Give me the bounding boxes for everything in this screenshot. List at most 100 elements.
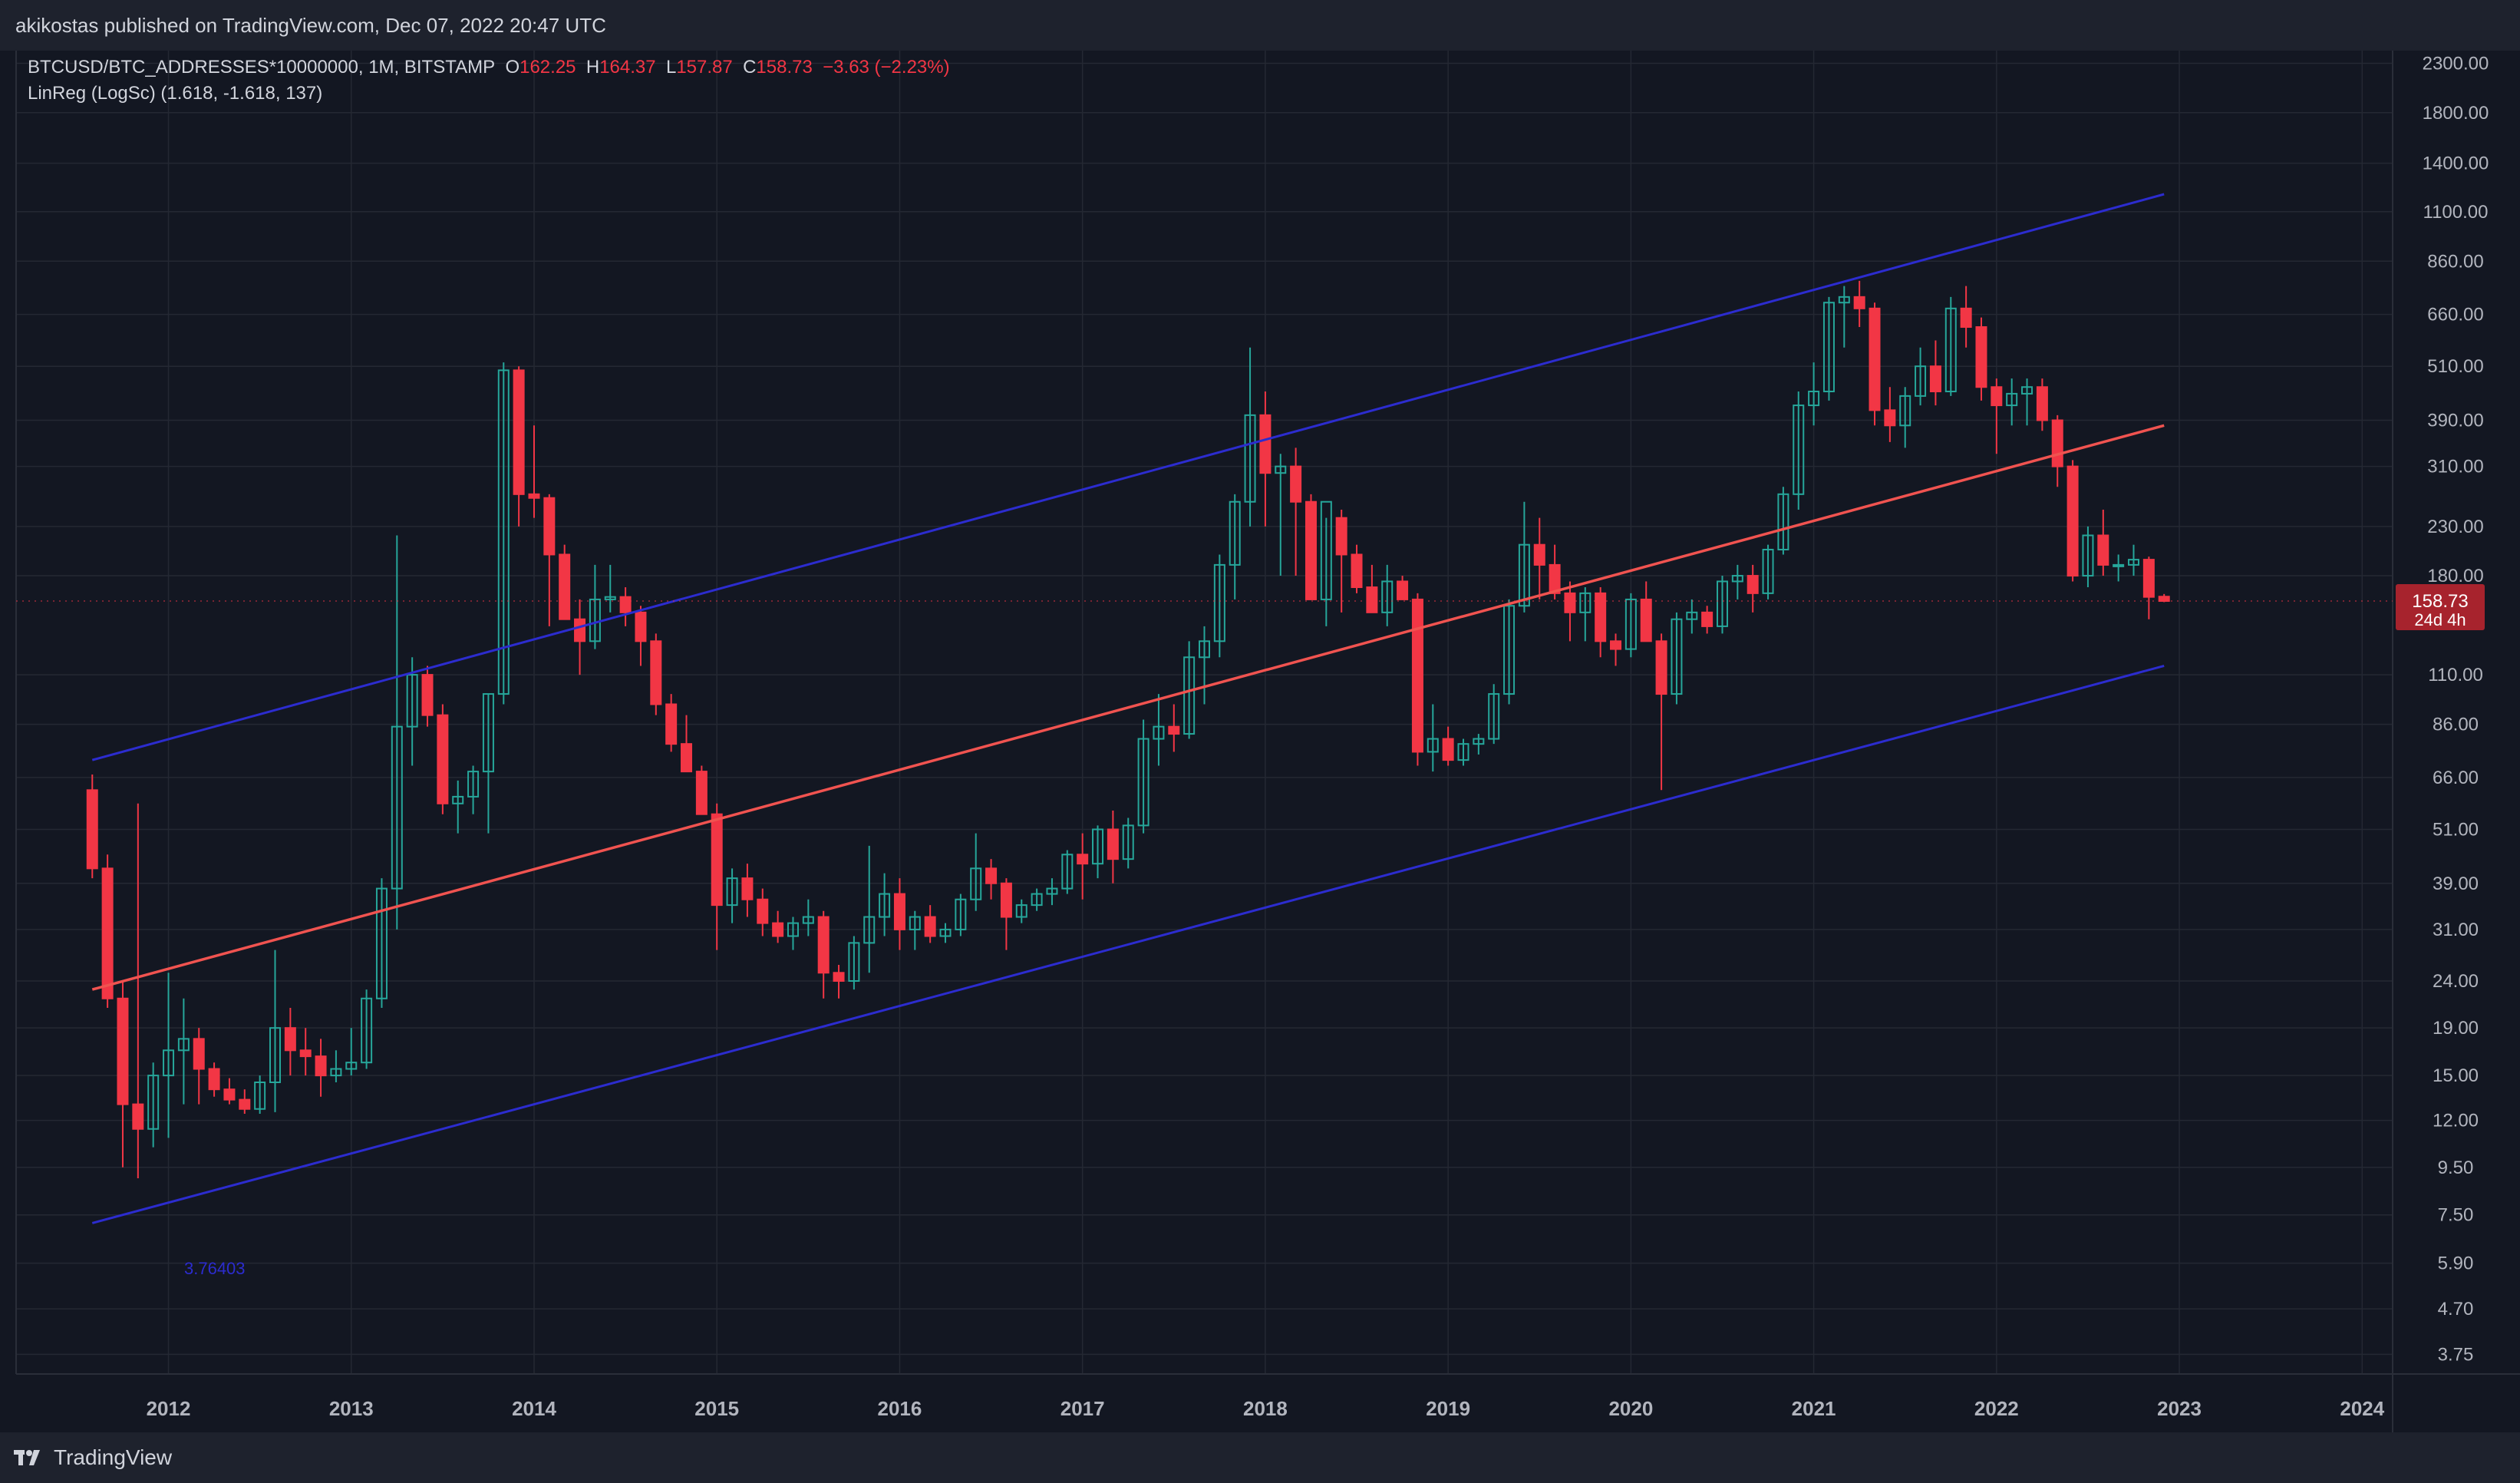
y-tick-label: 4.70 — [2438, 1299, 2474, 1320]
y-tick-label: 39.00 — [2433, 874, 2479, 894]
candle-body — [1000, 882, 1012, 918]
candle-body — [101, 867, 114, 999]
candle-body — [117, 997, 129, 1105]
candle-body — [132, 1103, 144, 1130]
candle — [1869, 302, 1881, 426]
candlestick-chart[interactable]: 3.75 4.70 5.90 7.50 9.50 12.00 15.00 19.00 24.00… — [0, 51, 2520, 1432]
candle-body — [817, 916, 830, 974]
indicator-name: LinReg (LogSc) (1.618, -1.618, 137) — [28, 83, 323, 104]
x-tick-label: 2022 — [1974, 1397, 2019, 1420]
x-tick-label: 2014 — [512, 1397, 556, 1420]
candle-body — [299, 1049, 312, 1058]
candle-body — [665, 703, 678, 745]
y-tick-label: 660.00 — [2427, 305, 2483, 325]
candle-body — [741, 877, 754, 900]
candle-body — [193, 1038, 205, 1070]
y-tick-label: 9.50 — [2438, 1158, 2474, 1178]
x-tick-label: 2013 — [329, 1397, 374, 1420]
y-tick-label: 15.00 — [2433, 1065, 2479, 1086]
candle — [86, 774, 98, 879]
candle-body — [757, 898, 769, 924]
x-tick-label: 2023 — [2157, 1397, 2202, 1420]
candle-body — [1335, 517, 1347, 556]
indicator-legend[interactable]: LinReg (LogSc) (1.618, -1.618, 137) — [28, 83, 322, 104]
channel-label: 3.76403 — [184, 1259, 246, 1278]
candle-body — [1290, 465, 1302, 503]
high-label: H — [585, 57, 600, 78]
publisher-text: akikostas published on TradingView.com, … — [15, 13, 606, 37]
x-tick-label: 2018 — [1243, 1397, 1288, 1420]
candle-body — [1975, 326, 1987, 388]
y-tick-label: 7.50 — [2438, 1205, 2474, 1226]
candle-body — [1259, 414, 1272, 474]
y-tick-label: 110.00 — [2428, 665, 2483, 685]
x-tick-label: 2019 — [1426, 1397, 1470, 1420]
y-tick-label: 51.00 — [2433, 819, 2479, 840]
candle-body — [635, 611, 647, 642]
candle-body — [1397, 580, 1409, 600]
candle-body — [2036, 386, 2048, 421]
candle-body — [1351, 553, 1363, 589]
candle-body — [924, 916, 936, 937]
y-tick-label: 860.00 — [2427, 251, 2483, 272]
candle — [437, 704, 449, 814]
candle-body — [1853, 296, 1865, 309]
x-tick-label: 2021 — [1792, 1397, 1836, 1420]
y-tick-label: 1800.00 — [2423, 103, 2489, 124]
candle-body — [421, 674, 434, 716]
candle-body — [223, 1088, 236, 1101]
y-tick-label: 1400.00 — [2423, 154, 2489, 174]
candle-body — [513, 369, 525, 495]
y-tick-label: 510.00 — [2427, 356, 2483, 377]
candle-body — [1564, 592, 1576, 613]
candle-body — [1655, 640, 1667, 695]
candle-body — [543, 497, 556, 556]
low-label: L — [665, 57, 677, 78]
tradingview-logo[interactable]: TradingView — [14, 1445, 172, 1470]
symbol-name: BTCUSD/BTC_ADDRESSES*10000000, 1M, BITST… — [28, 57, 496, 78]
candle-body — [1077, 854, 1089, 865]
candle-body — [619, 596, 632, 613]
candle-body — [1366, 586, 1378, 613]
candle-body — [1884, 409, 1896, 427]
candle-body — [1533, 543, 1545, 566]
low-value: 157.87 — [676, 57, 733, 78]
candle-body — [2051, 419, 2063, 467]
candle-body — [695, 771, 708, 815]
candle-body — [1107, 828, 1119, 860]
y-tick-label: 31.00 — [2433, 920, 2479, 940]
candle-body — [1442, 738, 1454, 761]
candle-body — [437, 714, 449, 804]
y-tick-label: 230.00 — [2427, 517, 2483, 537]
plot-background — [0, 51, 2520, 1432]
y-tick-label: 12.00 — [2433, 1111, 2479, 1131]
candle-body — [528, 493, 540, 499]
candle-body — [1869, 307, 1881, 411]
candle-body — [1411, 598, 1423, 753]
candle-body — [1610, 640, 1622, 650]
brand-name: TradingView — [54, 1445, 173, 1469]
y-tick-label: 3.75 — [2438, 1344, 2474, 1365]
last-price-label: 158.73 — [2412, 591, 2468, 612]
open-value: 162.25 — [520, 57, 576, 78]
candle-body — [208, 1068, 220, 1091]
y-tick-label: 390.00 — [2427, 410, 2483, 431]
candle-body — [239, 1098, 251, 1110]
x-tick-label: 2024 — [2340, 1397, 2384, 1420]
tradingview-logo-icon — [14, 1450, 40, 1465]
candle-body — [86, 789, 98, 870]
candle — [695, 765, 708, 815]
candle-body — [1549, 563, 1561, 594]
candle — [559, 544, 571, 620]
candle-body — [1305, 500, 1317, 600]
x-tick-label: 2015 — [694, 1397, 739, 1420]
change-value: −3.63 (−2.23%) — [823, 57, 950, 78]
candle-body — [1991, 386, 2003, 407]
close-value: 158.73 — [756, 57, 813, 78]
candle-body — [833, 972, 845, 982]
candle-body — [1929, 365, 1941, 392]
candle-body — [1640, 598, 1652, 642]
close-label: C — [743, 57, 757, 78]
y-tick-label: 66.00 — [2433, 768, 2479, 788]
y-tick-label: 180.00 — [2427, 566, 2483, 586]
